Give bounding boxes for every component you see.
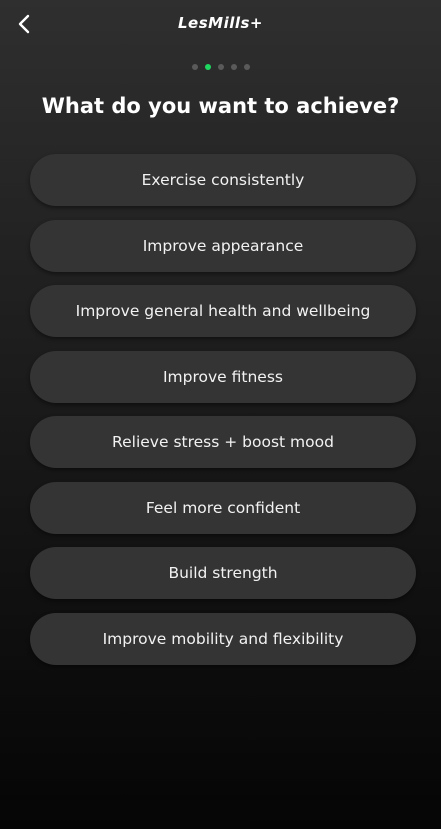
goal-option-improve-appearance[interactable]: Improve appearance	[30, 219, 416, 272]
top-bar: LesMills+	[0, 0, 441, 50]
progress-dot-5	[243, 64, 250, 70]
progress-dot-3	[217, 64, 224, 70]
goal-option-feel-more-confident[interactable]: Feel more confident	[30, 481, 416, 534]
progress-dot-2-active	[204, 64, 211, 70]
goal-option-improve-health-wellbeing[interactable]: Improve general health and wellbeing	[30, 285, 416, 337]
goal-option-improve-mobility-flexibility[interactable]: Improve mobility and flexibility	[30, 612, 416, 665]
goal-option-exercise-consistently[interactable]: Exercise consistently	[30, 154, 416, 206]
progress-dot-4	[230, 64, 237, 70]
page-title: What do you want to achieve?	[41, 94, 400, 118]
progress-dot-1	[191, 64, 198, 70]
goal-option-build-strength[interactable]: Build strength	[30, 547, 416, 599]
goal-option-relieve-stress-boost-mood[interactable]: Relieve stress + boost mood	[30, 416, 416, 468]
goal-option-improve-fitness[interactable]: Improve fitness	[30, 350, 416, 403]
les-mills-plus-logo: LesMills+	[177, 14, 263, 32]
progress-dots	[0, 64, 441, 70]
goal-options-list: Exercise consistently Improve appearance…	[30, 154, 416, 678]
